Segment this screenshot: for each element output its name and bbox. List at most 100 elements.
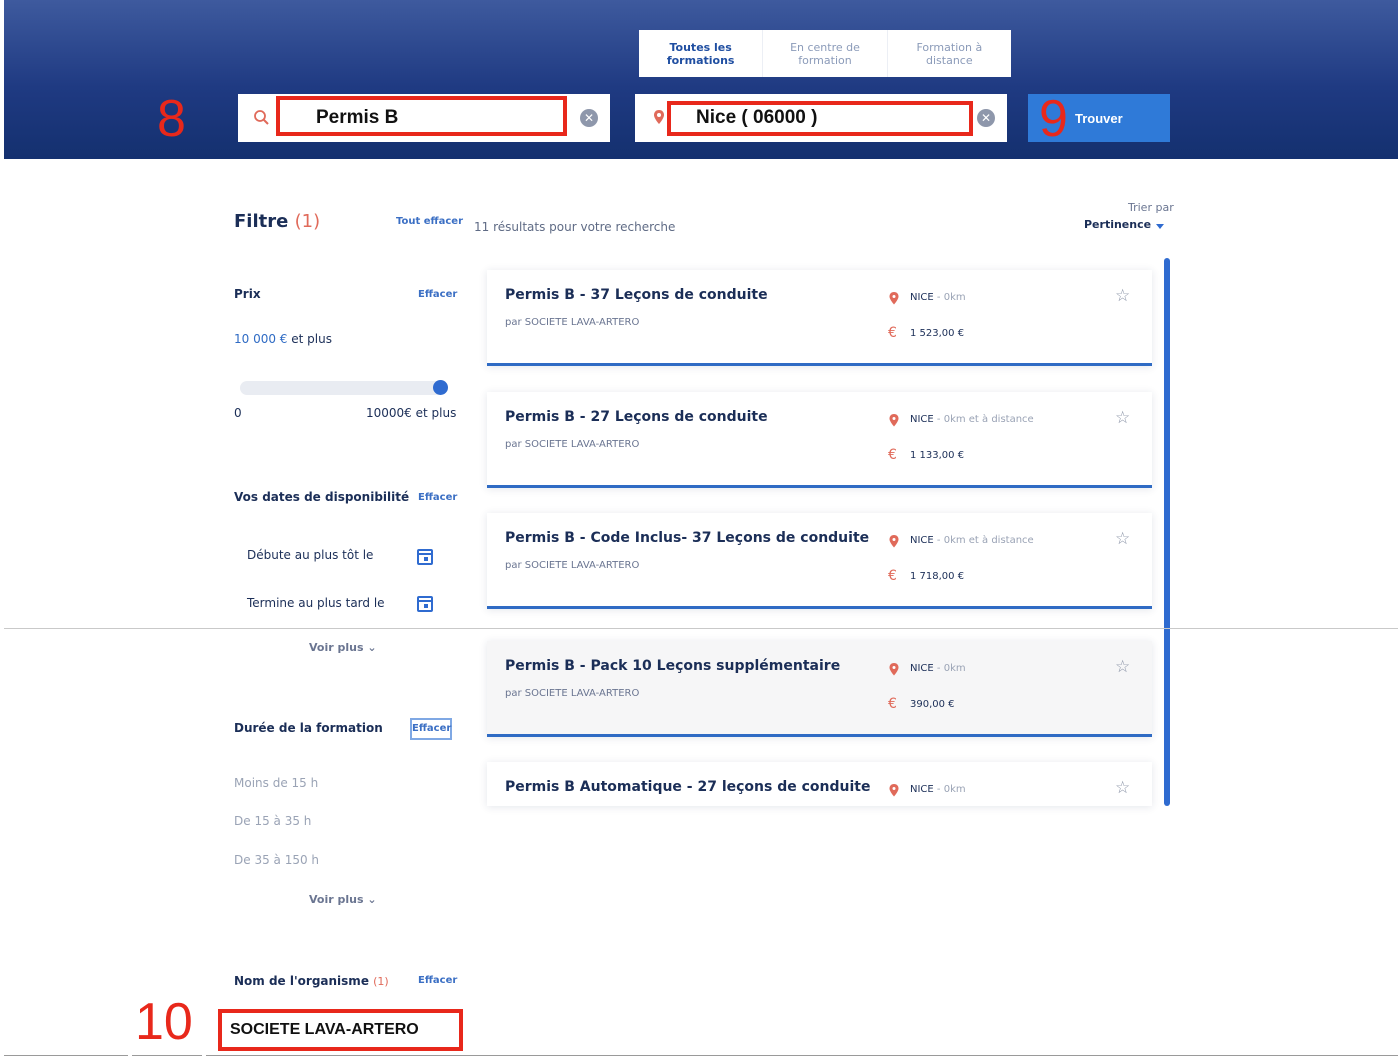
result-distance: - 0km xyxy=(933,292,966,303)
result-location: NICE - 0km xyxy=(910,663,966,674)
result-price: 1 718,00 € xyxy=(910,571,965,582)
result-distance: - 0km xyxy=(933,663,966,674)
results-scrollbar[interactable] xyxy=(1164,258,1170,806)
slider-max-label: 10000€ et plus xyxy=(366,406,457,420)
result-title[interactable]: Permis B - 27 Leçons de conduite xyxy=(505,409,768,425)
tab-distance[interactable]: Formation à distance xyxy=(886,30,1011,77)
result-organism: par SOCIETE LAVA-ARTERO xyxy=(505,439,640,450)
location-search-box: ✕ xyxy=(635,94,1007,142)
result-card[interactable]: Permis B - Code Inclus- 37 Leçons de con… xyxy=(487,513,1152,609)
organism-label-text: Nom de l'organisme xyxy=(234,974,369,988)
mode-tabs: Toutes les formations En centre de forma… xyxy=(639,30,1011,77)
result-title[interactable]: Permis B - 37 Leçons de conduite xyxy=(505,287,768,303)
result-organism: par SOCIETE LAVA-ARTERO xyxy=(505,560,640,571)
result-distance: - 0km et à distance xyxy=(933,535,1034,546)
chevron-down-icon: ⌄ xyxy=(367,893,377,906)
organism-value[interactable]: SOCIETE LAVA-ARTERO xyxy=(218,1009,463,1051)
duration-option[interactable]: De 15 à 35 h xyxy=(234,814,311,828)
result-city: NICE xyxy=(910,535,934,546)
clear-all-filters-link[interactable]: Tout effacer xyxy=(396,216,463,227)
result-price: 1 523,00 € xyxy=(910,328,965,339)
chevron-down-icon: ⌄ xyxy=(367,641,377,654)
duration-filter-label: Durée de la formation xyxy=(234,721,383,735)
clear-query-icon[interactable]: ✕ xyxy=(580,109,598,127)
sort-label: Trier par xyxy=(1128,201,1174,214)
sort-select[interactable]: Pertinence xyxy=(1084,218,1151,231)
result-city: NICE xyxy=(910,292,934,303)
calendar-icon[interactable] xyxy=(417,549,433,565)
price-suffix: et plus xyxy=(287,332,332,346)
calendar-icon[interactable] xyxy=(417,596,433,612)
filter-title: Filtre (1) xyxy=(234,211,320,232)
result-organism: par SOCIETE LAVA-ARTERO xyxy=(505,317,640,328)
result-title[interactable]: Permis B Automatique - 27 leçons de cond… xyxy=(505,779,870,795)
result-card[interactable]: Permis B Automatique - 27 leçons de cond… xyxy=(487,762,1152,806)
euro-icon: € xyxy=(888,696,897,712)
map-pin-icon xyxy=(889,292,899,305)
clear-dates-link[interactable]: Effacer xyxy=(418,492,457,503)
clear-location-icon[interactable]: ✕ xyxy=(977,109,995,127)
result-card[interactable]: Permis B - Pack 10 Leçons supplémentaire… xyxy=(487,641,1152,737)
result-card[interactable]: Permis B - 27 Leçons de conduite par SOC… xyxy=(487,392,1152,488)
dates-filter-label: Vos dates de disponibilité xyxy=(234,490,410,504)
annotation-number-9: 9 xyxy=(1039,90,1068,148)
result-organism: par SOCIETE LAVA-ARTERO xyxy=(505,688,640,699)
map-pin-icon xyxy=(889,784,899,797)
location-input[interactable] xyxy=(669,100,969,136)
filter-title-text: Filtre xyxy=(234,211,289,232)
bottom-divider xyxy=(4,1055,128,1056)
price-filter-label: Prix xyxy=(234,287,261,301)
end-date-label: Termine au plus tard le xyxy=(247,596,385,610)
bottom-divider xyxy=(206,1055,1398,1056)
star-icon[interactable]: ☆ xyxy=(1115,286,1130,306)
price-slider-track[interactable] xyxy=(240,381,445,395)
map-pin-icon xyxy=(889,535,899,548)
star-icon[interactable]: ☆ xyxy=(1115,529,1130,549)
result-distance: - 0km xyxy=(933,784,966,795)
result-price: 1 133,00 € xyxy=(910,450,965,461)
duration-see-more-link[interactable]: Voir plus ⌄ xyxy=(309,893,377,906)
map-pin-icon xyxy=(889,663,899,676)
star-icon[interactable]: ☆ xyxy=(1115,408,1130,428)
see-more-label: Voir plus xyxy=(309,641,364,654)
result-city: NICE xyxy=(910,414,934,425)
price-value: 10 000 € et plus xyxy=(234,332,332,346)
clear-price-link[interactable]: Effacer xyxy=(418,289,457,300)
organism-count: (1) xyxy=(373,975,389,988)
star-icon[interactable]: ☆ xyxy=(1115,778,1130,798)
result-price: 390,00 € xyxy=(910,699,955,710)
clear-duration-button[interactable]: Effacer xyxy=(410,718,452,740)
result-card[interactable]: Permis B - 37 Leçons de conduite par SOC… xyxy=(487,270,1152,366)
euro-icon: € xyxy=(888,325,897,341)
result-distance: - 0km et à distance xyxy=(933,414,1034,425)
result-title[interactable]: Permis B - Code Inclus- 37 Leçons de con… xyxy=(505,530,869,546)
annotation-number-8: 8 xyxy=(157,90,186,148)
result-location: NICE - 0km et à distance xyxy=(910,535,1034,546)
result-city: NICE xyxy=(910,784,934,795)
search-icon xyxy=(254,110,269,125)
result-location: NICE - 0km xyxy=(910,784,966,795)
price-amount: 10 000 € xyxy=(234,332,288,346)
result-title[interactable]: Permis B - Pack 10 Leçons supplémentaire xyxy=(505,658,840,674)
chevron-down-icon[interactable] xyxy=(1156,224,1164,229)
dates-see-more-link[interactable]: Voir plus ⌄ xyxy=(309,641,377,654)
annotation-number-10: 10 xyxy=(135,993,193,1051)
clear-organism-link[interactable]: Effacer xyxy=(418,975,457,986)
slider-min-label: 0 xyxy=(234,406,242,420)
filter-count: (1) xyxy=(294,211,321,232)
query-input[interactable] xyxy=(278,100,563,136)
bottom-divider xyxy=(132,1055,202,1056)
tab-all-formations[interactable]: Toutes les formations xyxy=(639,30,762,77)
result-location: NICE - 0km xyxy=(910,292,966,303)
map-pin-icon xyxy=(889,414,899,427)
duration-option[interactable]: De 35 à 150 h xyxy=(234,853,319,867)
tab-in-center[interactable]: En centre de formation xyxy=(762,30,886,77)
result-city: NICE xyxy=(910,663,934,674)
duration-option[interactable]: Moins de 15 h xyxy=(234,776,318,790)
query-search-box: ✕ xyxy=(238,94,610,142)
start-date-label: Débute au plus tôt le xyxy=(247,548,374,562)
price-slider-handle[interactable] xyxy=(433,380,448,395)
organism-filter-label: Nom de l'organisme (1) xyxy=(234,974,389,988)
star-icon[interactable]: ☆ xyxy=(1115,657,1130,677)
map-pin-icon xyxy=(654,110,664,124)
